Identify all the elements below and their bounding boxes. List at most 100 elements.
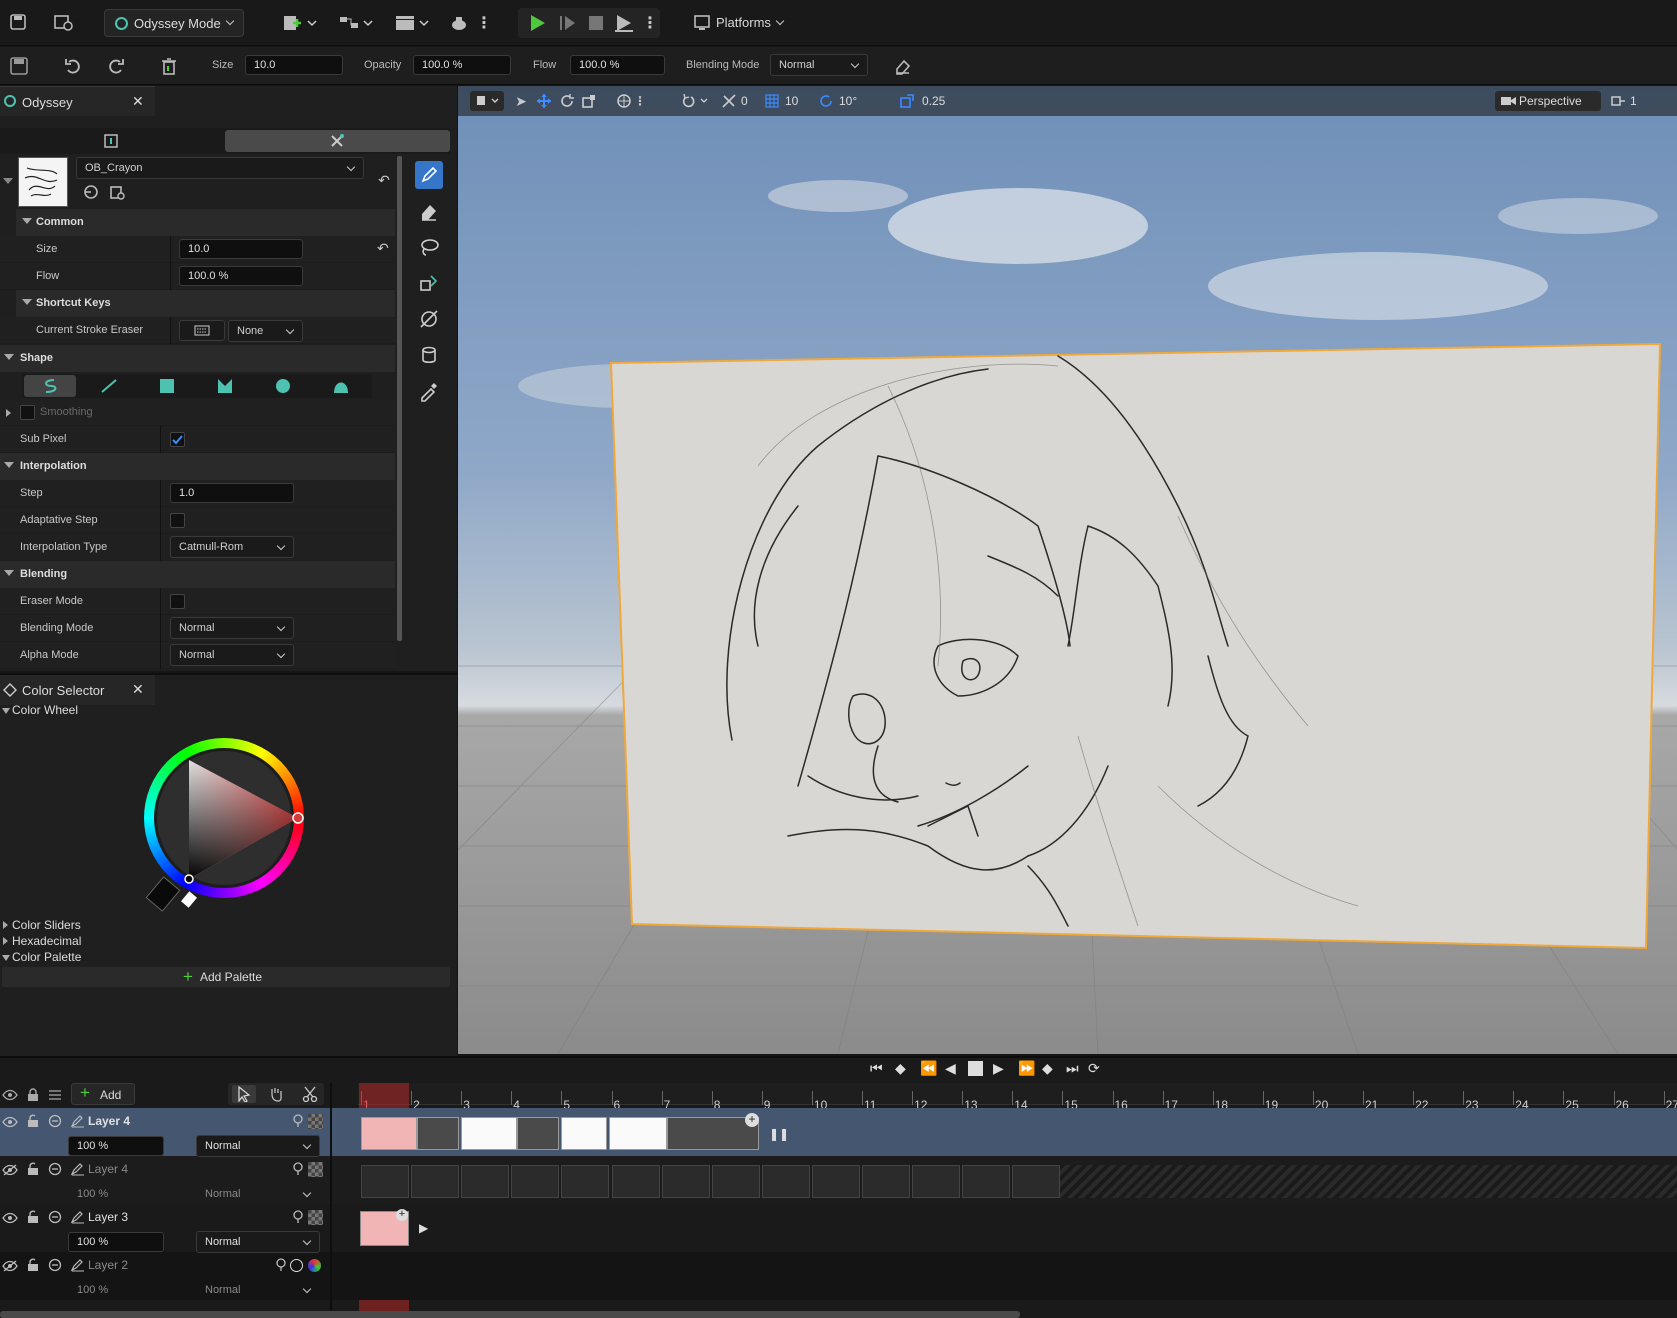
hand-tool-icon[interactable] bbox=[264, 1085, 288, 1103]
keyframe-cell[interactable] bbox=[361, 1165, 409, 1198]
add-palette-button[interactable]: + Add Palette bbox=[2, 967, 450, 987]
flow-field[interactable]: 100.0 % bbox=[570, 55, 665, 75]
blending-section-header[interactable]: Blending bbox=[0, 561, 395, 588]
layer-opacity-field[interactable]: 100 % bbox=[68, 1280, 164, 1300]
brush-tool-icon[interactable] bbox=[415, 161, 443, 189]
content-browser-icon[interactable] bbox=[52, 12, 74, 32]
details-tab-icon[interactable] bbox=[100, 132, 122, 150]
viewport[interactable]: ➤ ⋮ 0 10 10° 0.25 Perspective 1 bbox=[458, 86, 1677, 1054]
transparency-icon[interactable] bbox=[308, 1210, 323, 1225]
lock-icon[interactable] bbox=[26, 1210, 40, 1224]
pointer-tool-icon[interactable] bbox=[232, 1085, 256, 1103]
keyframe-cell[interactable] bbox=[1012, 1165, 1061, 1198]
layer-name[interactable]: Layer 4 bbox=[88, 1162, 128, 1176]
line-shape-button[interactable] bbox=[84, 375, 134, 397]
onion-skin-icon[interactable] bbox=[292, 1210, 304, 1224]
shortcut-section-header[interactable]: Shortcut Keys bbox=[16, 290, 395, 317]
mute-layer-icon[interactable] bbox=[48, 1210, 62, 1224]
eyedropper-tool-icon[interactable] bbox=[415, 377, 443, 405]
blending-mode-dropdown[interactable]: Normal bbox=[770, 54, 868, 76]
flow-prop-field[interactable]: 100.0 % bbox=[179, 266, 303, 286]
keyframe-cell[interactable] bbox=[417, 1117, 459, 1150]
layer-blend-dropdown[interactable]: Normal bbox=[196, 1183, 320, 1205]
add-keyframe-icon[interactable]: + bbox=[745, 1113, 759, 1127]
add-actor-icon[interactable] bbox=[282, 12, 318, 34]
visibility-icon[interactable] bbox=[2, 1115, 18, 1129]
odyssey-tab[interactable]: Odyssey ✕ bbox=[0, 86, 155, 116]
redo-icon[interactable] bbox=[105, 55, 127, 77]
brush-browse-icon[interactable] bbox=[81, 183, 101, 201]
visibility-all-icon[interactable] bbox=[2, 1088, 18, 1102]
stop-icon[interactable] bbox=[585, 12, 607, 34]
keyframe-cell[interactable] bbox=[411, 1165, 460, 1198]
onion-skin-icon[interactable] bbox=[292, 1162, 304, 1176]
close-icon[interactable]: ✕ bbox=[132, 93, 144, 110]
keyboard-icon[interactable] bbox=[179, 320, 225, 341]
transform-tool-icon[interactable] bbox=[415, 269, 443, 297]
close-icon[interactable]: ✕ bbox=[132, 681, 144, 698]
keyframe-cell[interactable] bbox=[461, 1165, 510, 1198]
size-field[interactable]: 10.0 bbox=[245, 55, 343, 75]
adaptative-checkbox[interactable] bbox=[170, 513, 185, 528]
cut-tool-icon[interactable] bbox=[298, 1085, 322, 1103]
arc-shape-button[interactable] bbox=[316, 375, 366, 397]
color-selector-tab[interactable]: Color Selector ✕ bbox=[0, 675, 155, 705]
eject-icon[interactable] bbox=[612, 12, 636, 34]
play-icon[interactable]: ▶ bbox=[993, 1060, 1004, 1077]
common-section-header[interactable]: Common bbox=[16, 209, 395, 236]
pause-icon[interactable]: ❚❚ bbox=[769, 1127, 789, 1141]
layer-settings-icon[interactable] bbox=[48, 1088, 62, 1102]
subpixel-checkbox[interactable] bbox=[170, 432, 185, 447]
reset-brush-icon[interactable]: ↶ bbox=[376, 172, 392, 188]
keyframe-cell[interactable] bbox=[511, 1165, 560, 1198]
keyframe-cell[interactable] bbox=[912, 1165, 961, 1198]
step-field[interactable]: 1.0 bbox=[170, 483, 294, 503]
keyframe-cell[interactable] bbox=[761, 1165, 810, 1198]
smoothing-checkbox[interactable] bbox=[20, 405, 35, 420]
save-all-icon[interactable] bbox=[8, 12, 28, 32]
interp-type-dropdown[interactable]: Catmull-Rom bbox=[170, 536, 294, 558]
loop-icon[interactable]: ⟳ bbox=[1088, 1060, 1100, 1077]
drawing-canvas[interactable] bbox=[458, 86, 1677, 1054]
lock-icon[interactable] bbox=[26, 1162, 40, 1176]
keyframe-cell[interactable] bbox=[962, 1165, 1011, 1198]
keyframe-cell[interactable] bbox=[711, 1165, 760, 1198]
prev-key-icon[interactable]: ◆ bbox=[895, 1060, 906, 1077]
platforms-icon[interactable] bbox=[693, 12, 713, 34]
panel-scrollbar[interactable] bbox=[397, 156, 402, 641]
color-wheel[interactable] bbox=[144, 738, 304, 898]
keyframe-cell[interactable] bbox=[661, 1165, 710, 1198]
onion-skin-icon[interactable] bbox=[275, 1258, 287, 1272]
keyframe-cell[interactable] bbox=[611, 1165, 660, 1198]
layer-blend-dropdown[interactable]: Normal bbox=[196, 1279, 320, 1301]
stop-icon[interactable] bbox=[968, 1061, 983, 1076]
mute-layer-icon[interactable] bbox=[48, 1162, 62, 1176]
expand-icon[interactable] bbox=[6, 409, 11, 417]
mute-layer-icon[interactable] bbox=[48, 1258, 62, 1272]
ellipse-shape-button[interactable] bbox=[258, 375, 308, 397]
visibility-icon[interactable] bbox=[2, 1163, 18, 1177]
visibility-icon[interactable] bbox=[2, 1259, 18, 1273]
keyframe-cell[interactable] bbox=[561, 1117, 607, 1150]
add-layer-button[interactable]: + Add bbox=[71, 1083, 135, 1105]
onion-skin-icon[interactable] bbox=[292, 1114, 304, 1128]
layer-opacity-field[interactable]: 100 % bbox=[68, 1184, 164, 1204]
eraser-icon[interactable] bbox=[892, 55, 914, 77]
layer-opacity-field[interactable]: 100 % bbox=[68, 1232, 164, 1252]
lock-icon[interactable] bbox=[26, 1258, 40, 1272]
shape-tool-icon[interactable] bbox=[415, 305, 443, 333]
layer-tint-icon[interactable] bbox=[308, 1259, 321, 1272]
keyframe-cell[interactable] bbox=[561, 1165, 610, 1198]
blueprint-icon[interactable] bbox=[338, 12, 374, 34]
layer-name[interactable]: Layer 4 bbox=[88, 1114, 130, 1128]
polygon-shape-button[interactable] bbox=[200, 375, 250, 397]
eraser-tool-icon[interactable] bbox=[415, 197, 443, 225]
timeline-scrollbar[interactable] bbox=[0, 1311, 1020, 1318]
keyframe-cell[interactable] bbox=[811, 1165, 860, 1198]
step-frame-icon[interactable] bbox=[556, 12, 578, 34]
size-prop-field[interactable]: 10.0 bbox=[179, 239, 303, 259]
layer-blend-dropdown[interactable]: Normal bbox=[196, 1231, 320, 1253]
mode-dropdown[interactable]: Odyssey Mode bbox=[104, 9, 244, 37]
add-keyframe-icon[interactable]: + bbox=[396, 1209, 408, 1221]
cinematics-icon[interactable] bbox=[394, 12, 430, 34]
